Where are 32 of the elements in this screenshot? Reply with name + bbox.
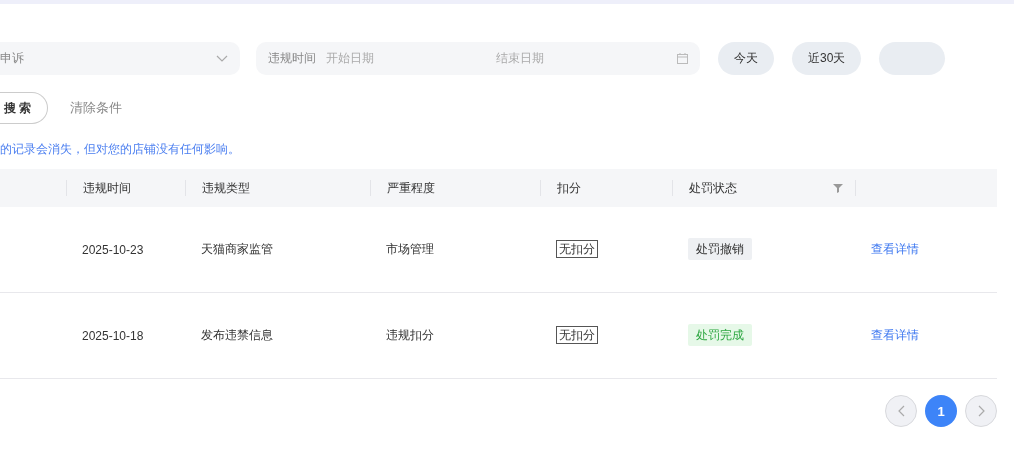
- notice-text: 的记录会消失，但对您的店铺没有任何影响。: [0, 141, 241, 158]
- chevron-right-icon: [977, 405, 985, 417]
- next-page-button[interactable]: [965, 395, 997, 427]
- status-tag: 处罚撤销: [688, 238, 752, 260]
- table-cell: 天猫商家监管: [201, 242, 273, 256]
- previous-page-button[interactable]: [885, 395, 917, 427]
- column-header: 违规类型: [202, 179, 250, 197]
- status-tag: 处罚完成: [688, 324, 752, 346]
- date-range-field[interactable]: 违规时间 开始日期 结束日期: [256, 42, 700, 75]
- page-button[interactable]: 1: [925, 395, 957, 427]
- column-header: 扣分: [557, 179, 581, 197]
- column-header: 违规时间: [83, 179, 131, 197]
- table-cell: 2025-10-23: [82, 242, 144, 257]
- quick-date-button[interactable]: 今天: [718, 42, 774, 75]
- appeal-select[interactable]: 申诉: [0, 42, 240, 75]
- table-cell: 市场管理: [386, 242, 434, 256]
- calendar-icon: [677, 53, 688, 64]
- chevron-left-icon: [897, 405, 905, 417]
- view-details-link[interactable]: 查看详情: [871, 242, 919, 256]
- chevron-down-icon: [216, 54, 228, 63]
- clear-conditions-link[interactable]: 清除条件: [70, 99, 122, 117]
- quick-date-button[interactable]: 近30天: [792, 42, 862, 75]
- points-tag: 无扣分: [556, 326, 598, 344]
- column-header: 处罚状态: [689, 179, 737, 197]
- table-cell: 发布违禁信息: [201, 328, 273, 342]
- points-tag: 无扣分: [556, 240, 598, 258]
- table-cell: 违规扣分: [386, 328, 434, 342]
- filter-icon[interactable]: [833, 183, 843, 193]
- search-button[interactable]: 搜 索: [0, 92, 48, 124]
- column-header: 严重程度: [387, 179, 435, 197]
- table-cell: 2025-10-18: [82, 328, 144, 343]
- view-details-link[interactable]: 查看详情: [871, 328, 919, 342]
